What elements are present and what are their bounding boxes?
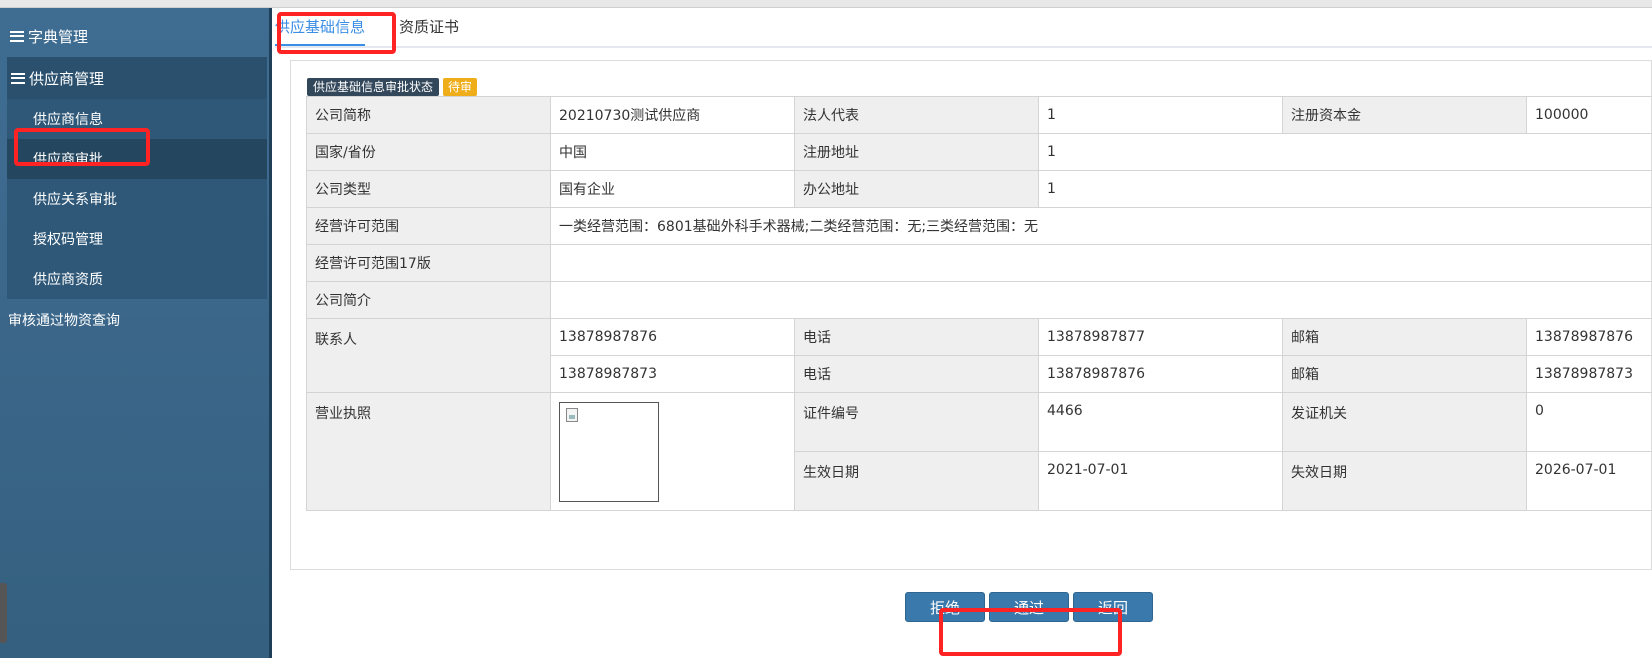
contact-email: 13878987873: [1526, 355, 1652, 393]
field-value: 中国: [550, 133, 795, 171]
contact-phone: 13878987877: [1038, 318, 1283, 356]
approve-button[interactable]: 通过: [989, 592, 1069, 622]
field-label: 发证机关: [1282, 392, 1527, 452]
action-buttons: 拒绝 通过 返回: [275, 592, 1652, 622]
field-value: 1: [1038, 96, 1283, 134]
field-label: 营业执照: [306, 392, 551, 511]
sidebar-item-supplier-approval[interactable]: 供应商审批: [7, 139, 267, 179]
sidebar-item-label: 供应商信息: [33, 112, 103, 128]
field-label: 国家/省份: [306, 133, 551, 171]
contact-name: 13878987876: [550, 318, 795, 356]
sidebar-item-supply-relation-approval[interactable]: 供应关系审批: [7, 179, 267, 219]
field-value: 一类经营范围：6801基础外科手术器械;二类经营范围：无;三类经营范围：无: [550, 207, 1652, 245]
license-image[interactable]: [559, 402, 659, 502]
tab-label: 供应基础信息: [275, 18, 366, 36]
tab-certificates[interactable]: 资质证书: [399, 16, 459, 46]
field-label: 公司类型: [306, 170, 551, 208]
back-button[interactable]: 返回: [1073, 592, 1153, 622]
reject-button[interactable]: 拒绝: [905, 592, 985, 622]
table-row: 经营许可范围17版: [306, 244, 1652, 282]
tab-bar: 供应基础信息 资质证书: [275, 8, 1652, 48]
field-label: 公司简介: [306, 281, 551, 319]
field-value: 国有企业: [550, 170, 795, 208]
field-label: 失效日期: [1282, 451, 1527, 511]
field-value: 1: [1038, 133, 1652, 171]
sidebar-item-label: 供应商审批: [33, 152, 103, 168]
broken-image-icon: [566, 408, 578, 422]
sidebar-group-supplier: 供应商管理 供应商信息 供应商审批 供应关系审批 授权码管理 供应商资质: [7, 57, 267, 299]
list-icon: [11, 72, 25, 84]
tab-basic-info[interactable]: 供应基础信息: [275, 16, 366, 46]
field-label: 办公地址: [794, 170, 1039, 208]
field-value: 20210730测试供应商: [550, 96, 795, 134]
license-image-cell: [550, 392, 795, 511]
status-label: 供应基础信息审批状态: [307, 78, 440, 96]
table-row: 公司类型 国有企业 办公地址 1: [306, 170, 1652, 208]
field-value: [550, 244, 1652, 282]
sidebar-item-auth-code[interactable]: 授权码管理: [7, 219, 267, 259]
field-label: 注册资本金: [1282, 96, 1527, 134]
field-label: 电话: [794, 355, 1039, 393]
sidebar-item-approved-materials[interactable]: 审核通过物资查询: [8, 304, 120, 336]
field-value: 100000: [1526, 96, 1652, 134]
field-label: 邮箱: [1282, 318, 1527, 356]
field-value: 2021-07-01: [1038, 451, 1283, 511]
field-value: 4466: [1038, 392, 1283, 452]
field-label: 证件编号: [794, 392, 1039, 452]
table-row: 公司简称 20210730测试供应商 法人代表 1 注册资本金 100000: [306, 96, 1652, 134]
sidebar-item-label: 供应商资质: [33, 272, 103, 288]
field-label: 生效日期: [794, 451, 1039, 511]
field-label: 联系人: [306, 318, 551, 393]
contact-phone: 13878987876: [1038, 355, 1283, 393]
sidebar-item-dictionary[interactable]: 字典管理: [0, 18, 272, 54]
field-label: 注册地址: [794, 133, 1039, 171]
table-row: 国家/省份 中国 注册地址 1: [306, 133, 1652, 171]
sidebar-item-label: 供应关系审批: [33, 192, 117, 208]
sidebar-group-label: 供应商管理: [29, 69, 105, 88]
left-edge-handle: [0, 583, 7, 643]
info-panel: 供应基础信息审批状态 待审 公司简称 20210730测试供应商 法人代表 1 …: [290, 60, 1652, 570]
field-label: 经营许可范围17版: [306, 244, 551, 282]
field-value: 1: [1038, 170, 1652, 208]
tab-label: 资质证书: [399, 18, 460, 36]
list-icon: [10, 30, 24, 42]
field-label: 法人代表: [794, 96, 1039, 134]
sidebar-item-supplier-info[interactable]: 供应商信息: [7, 99, 267, 139]
table-row: 公司简介: [306, 281, 1652, 319]
contact-name: 13878987873: [550, 355, 795, 393]
field-label: 电话: [794, 318, 1039, 356]
table-row: 联系人 13878987876 电话 13878987877 邮箱 138789…: [306, 318, 1652, 393]
window-top-bar: [0, 0, 1652, 8]
main-content: 供应基础信息 资质证书 供应基础信息审批状态 待审 公司简称 20210730测…: [275, 8, 1652, 658]
field-value: 2026-07-01: [1526, 451, 1652, 511]
field-label: 公司简称: [306, 96, 551, 134]
table-row: 营业执照 证件编号 4466 发证机关 0: [306, 392, 1652, 511]
supplier-info-table: 公司简称 20210730测试供应商 法人代表 1 注册资本金 100000 国…: [306, 96, 1652, 511]
field-value: 0: [1526, 392, 1652, 452]
sidebar: 字典管理 供应商管理 供应商信息 供应商审批 供应关系审批 授权码管理 供应商资…: [0, 8, 272, 658]
contact-email: 13878987876: [1526, 318, 1652, 356]
sidebar-item-supplier-qualification[interactable]: 供应商资质: [7, 259, 267, 299]
field-label: 邮箱: [1282, 355, 1527, 393]
sidebar-group-title[interactable]: 供应商管理: [7, 57, 267, 99]
status-badge: 待审: [443, 78, 478, 96]
table-row: 经营许可范围 一类经营范围：6801基础外科手术器械;二类经营范围：无;三类经营…: [306, 207, 1652, 245]
sidebar-item-label: 授权码管理: [33, 232, 103, 248]
field-label: 经营许可范围: [306, 207, 551, 245]
sidebar-item-label: 审核通过物资查询: [8, 313, 120, 329]
sidebar-item-label: 字典管理: [28, 27, 89, 46]
field-value: [550, 281, 1652, 319]
approval-status: 供应基础信息审批状态 待审: [307, 78, 478, 96]
